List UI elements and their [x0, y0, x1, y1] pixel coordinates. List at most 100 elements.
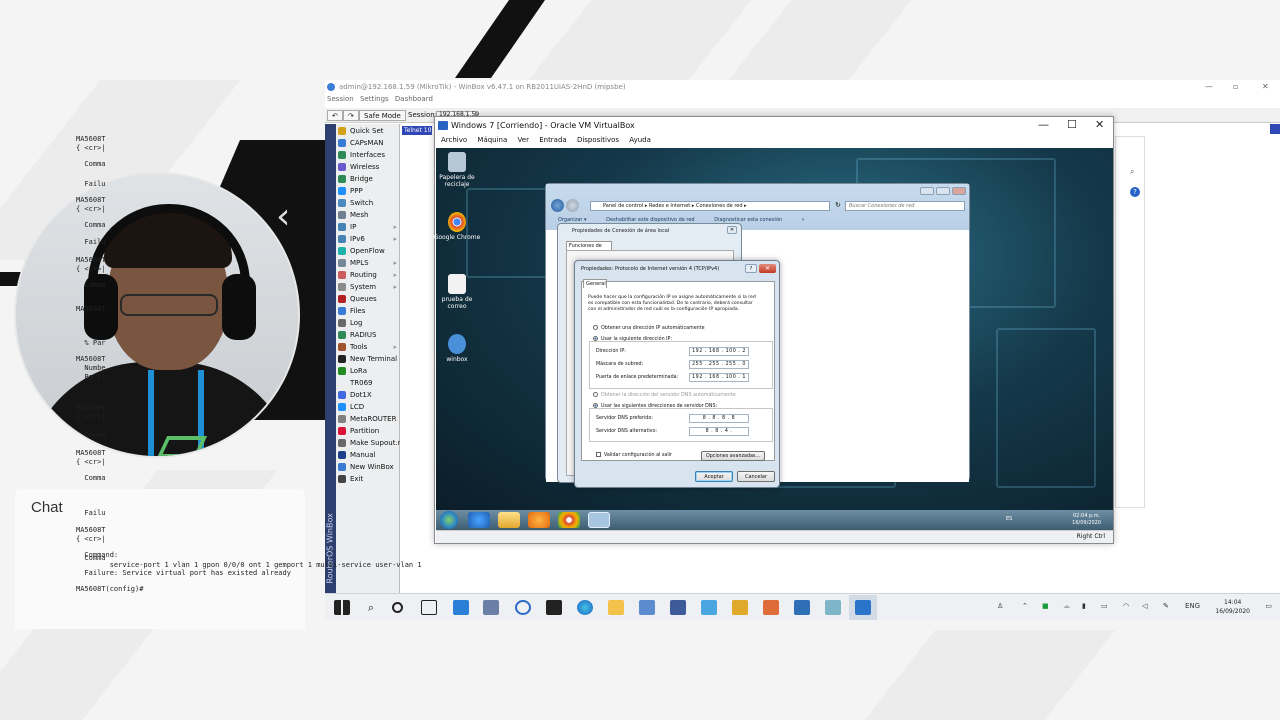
menu-session[interactable]: Session: [327, 95, 354, 103]
maximize-icon[interactable]: ▫: [1233, 80, 1238, 94]
gateway-field[interactable]: 192 . 168 . 100 . 1: [689, 373, 749, 382]
close-icon[interactable]: ✕: [727, 226, 737, 234]
sidebar-item[interactable]: Exit: [337, 473, 399, 485]
dns-preferred-field[interactable]: 8 . 8 . 8 . 8: [689, 414, 749, 423]
mail-icon[interactable]: [639, 600, 655, 615]
refresh-icon[interactable]: ↻: [835, 201, 841, 209]
forward-icon[interactable]: [566, 199, 579, 212]
help-icon[interactable]: ?: [1130, 187, 1140, 197]
cancel-button[interactable]: Cancelar: [737, 471, 775, 482]
close-icon[interactable]: ✕: [1262, 80, 1269, 94]
sidebar-item[interactable]: Bridge: [337, 173, 399, 185]
search-input[interactable]: Buscar Conexiones de red: [845, 201, 965, 211]
radio-dns-auto[interactable]: Obtener la dirección del servidor DNS au…: [593, 392, 736, 398]
sidebar-item[interactable]: CAPsMAN: [337, 137, 399, 149]
ip-address-field[interactable]: 192 . 168 . 100 . 2: [689, 347, 749, 356]
ok-button[interactable]: Aceptar: [695, 471, 733, 482]
guest-clock[interactable]: 02:04 p.m. 16/09/2020: [1072, 513, 1101, 527]
minimize-icon[interactable]: —: [1205, 80, 1213, 94]
sidebar-item[interactable]: Partition: [337, 425, 399, 437]
sidebar-item[interactable]: Quick Set: [337, 125, 399, 137]
task-view-icon[interactable]: [421, 600, 437, 615]
menu-ayuda[interactable]: Ayuda: [629, 136, 651, 144]
radio-ip-auto[interactable]: Obtener una dirección IP automáticamente: [593, 325, 705, 331]
terminal-tab[interactable]: Telnet 10: [402, 126, 432, 135]
sidebar-item[interactable]: Interfaces: [337, 149, 399, 161]
calculator-icon[interactable]: [794, 600, 810, 615]
help-button[interactable]: ?: [745, 264, 757, 273]
sidebar-item[interactable]: LCD: [337, 401, 399, 413]
sidebar-item[interactable]: OpenFlow: [337, 245, 399, 257]
app-icon[interactable]: [483, 600, 499, 615]
people-icon[interactable]: ♙: [997, 602, 1003, 610]
sidebar-item[interactable]: TR069: [337, 377, 399, 389]
safe-mode-button[interactable]: Safe Mode: [359, 110, 406, 121]
pen-icon[interactable]: ✎: [1163, 602, 1169, 610]
sidebar-item[interactable]: Tools ▸: [337, 341, 399, 353]
maximize-icon[interactable]: ☐: [1067, 118, 1077, 131]
sidebar-item[interactable]: MetaROUTER: [337, 413, 399, 425]
menu-ver[interactable]: Ver: [518, 136, 529, 144]
desktop-icon[interactable]: Papelera de reciclaje: [433, 152, 481, 188]
sidebar-item[interactable]: RADIUS: [337, 329, 399, 341]
sidebar-item[interactable]: IPv6 ▸: [337, 233, 399, 245]
close-icon[interactable]: ✕: [1095, 118, 1104, 131]
desktop-icon[interactable]: Google Chrome: [433, 212, 481, 241]
chevron-up-icon[interactable]: ⌃: [1022, 602, 1028, 610]
desktop-icon[interactable]: winbox: [433, 334, 481, 363]
edge-icon[interactable]: [577, 600, 593, 615]
minimize-icon[interactable]: —: [1038, 118, 1049, 131]
back-icon[interactable]: [551, 199, 564, 212]
network-connections-icon[interactable]: [588, 512, 610, 528]
virtualbox-taskbar-icon[interactable]: [670, 600, 686, 615]
cortana-icon[interactable]: [392, 602, 403, 613]
undo-icon[interactable]: ↶: [327, 110, 343, 121]
sidebar-item[interactable]: Mesh: [337, 209, 399, 221]
address-bar[interactable]: Panel de control ▸ Redes e Internet ▸ Co…: [590, 201, 830, 211]
sidebar-item[interactable]: Dot1X: [337, 389, 399, 401]
sidebar-item[interactable]: LoRa: [337, 365, 399, 377]
sidebar-item[interactable]: Queues: [337, 293, 399, 305]
host-clock[interactable]: 14:04 16/09/2020: [1215, 598, 1250, 616]
desktop-icon[interactable]: prueba de correo: [433, 274, 481, 310]
subnet-mask-field[interactable]: 255 . 255 . 255 . 0: [689, 360, 749, 369]
security-icon[interactable]: ■: [1042, 602, 1049, 610]
sidebar-item[interactable]: Manual: [337, 449, 399, 461]
tray-language[interactable]: ES: [1006, 516, 1012, 522]
microphone-icon[interactable]: ▮: [1082, 602, 1086, 610]
sidebar-item[interactable]: IP ▸: [337, 221, 399, 233]
sidebar-item[interactable]: New WinBox: [337, 461, 399, 473]
validate-checkbox[interactable]: Validar configuración al salir: [596, 452, 672, 458]
volume-icon[interactable]: ◁: [1142, 602, 1147, 610]
sidebar-item[interactable]: Make Supout.rif: [337, 437, 405, 449]
minimize-icon[interactable]: [920, 187, 934, 195]
tab-network-functions[interactable]: Funciones de red: [566, 241, 612, 258]
close-icon[interactable]: [952, 187, 966, 195]
dns-alternate-field[interactable]: 8 . 8 . 4 .: [689, 427, 749, 436]
terminal-prompt[interactable]: MA5608T(config)#: [76, 585, 143, 593]
notifications-icon[interactable]: ▭: [1265, 602, 1272, 610]
close-button[interactable]: ✕: [759, 264, 776, 273]
sidebar-item[interactable]: Switch: [337, 197, 399, 209]
vscode-icon[interactable]: [453, 600, 469, 615]
folder-icon[interactable]: [498, 512, 520, 528]
sidebar-item[interactable]: MPLS ▸: [337, 257, 399, 269]
sidebar-item[interactable]: New Terminal: [337, 353, 399, 365]
more-commands-button[interactable]: »: [802, 217, 805, 223]
menu-maquina[interactable]: Máquina: [477, 136, 507, 144]
sidebar-item[interactable]: Files: [337, 305, 399, 317]
redo-icon[interactable]: ↷: [343, 110, 359, 121]
windows-start-icon[interactable]: [440, 511, 458, 529]
windows-start-icon[interactable]: [334, 600, 350, 615]
pdf-icon[interactable]: [763, 600, 779, 615]
search-icon[interactable]: ⌕: [363, 600, 379, 615]
sidebar-item[interactable]: Wireless: [337, 161, 399, 173]
winbox-taskbar-icon[interactable]: [515, 600, 531, 615]
chrome-icon[interactable]: [558, 512, 580, 528]
battery-icon[interactable]: ▭: [1101, 602, 1108, 610]
menu-dispositivos[interactable]: Dispositivos: [577, 136, 619, 144]
terminal-icon[interactable]: [546, 600, 562, 615]
sidebar-item[interactable]: Routing ▸: [337, 269, 399, 281]
file-explorer-icon[interactable]: [608, 600, 624, 615]
menu-dashboard[interactable]: Dashboard: [395, 95, 433, 103]
